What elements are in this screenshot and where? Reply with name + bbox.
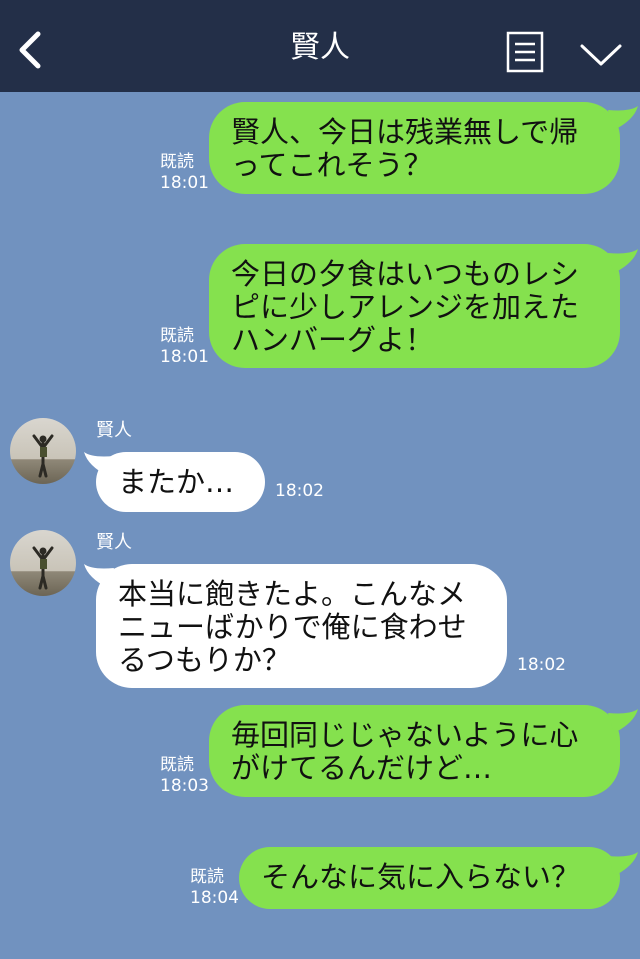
bubble-tail <box>84 564 114 588</box>
message-bubble[interactable]: またか… <box>96 452 265 512</box>
message-text-line: そんなに気に入らない？ <box>261 860 581 894</box>
sender-name: 賢人 <box>96 532 132 553</box>
read-status: 既読 18:01 <box>160 326 209 368</box>
bubble-tail <box>608 106 638 130</box>
message-text-line: ハンバーグよ！ <box>231 323 435 357</box>
message-time: 18:01 <box>160 173 209 193</box>
message-text-line: 毎回同じじゃないように心 <box>231 718 579 752</box>
read-label: 既読 <box>160 755 194 775</box>
message-bubble[interactable]: 本当に飽きたよ。こんなメ ニューばかりで俺に食わせ るつもりか？ <box>96 564 507 688</box>
bubble-tail <box>608 852 638 876</box>
message-text-line: 本当に飽きたよ。こんなメ <box>118 577 467 611</box>
message-time: 18:03 <box>160 776 209 796</box>
message-time: 18:02 <box>517 655 566 675</box>
read-label: 既読 <box>190 867 224 887</box>
message-text-line: ピに少しアレンジを加えた <box>231 290 580 324</box>
message-bubble[interactable]: 今日の夕食はいつものレシ ピに少しアレンジを加えた ハンバーグよ！ <box>209 244 620 368</box>
read-label: 既読 <box>160 152 194 172</box>
read-label: 既読 <box>160 326 194 346</box>
menu-button[interactable] <box>506 31 544 73</box>
message-text-line: 賢人、今日は残業無しで帰 <box>231 115 579 149</box>
chat-title: 賢人 <box>290 30 350 65</box>
message-bubble[interactable]: 毎回同じじゃないように心 がけてるんだけど… <box>209 705 620 797</box>
bubble-tail <box>84 452 114 476</box>
read-status: 既読 18:03 <box>160 755 209 797</box>
collapse-button[interactable] <box>576 36 626 72</box>
avatar[interactable] <box>10 530 76 596</box>
bubble-tail <box>608 249 638 273</box>
message-time: 18:02 <box>275 481 324 501</box>
message-bubble[interactable]: 賢人、今日は残業無しで帰 ってこれそう？ <box>209 102 620 194</box>
avatar[interactable] <box>10 418 76 484</box>
chevron-down-icon <box>580 44 622 66</box>
message-text-line: るつもりか？ <box>118 643 291 677</box>
read-status: 既読 18:04 <box>190 867 239 909</box>
message-text-line: またか… <box>118 465 235 499</box>
avatar-icon <box>10 418 76 484</box>
document-menu-icon <box>506 31 544 73</box>
message-time: 18:04 <box>190 888 239 908</box>
message-text-line: ってこれそう？ <box>231 148 433 182</box>
message-text-line: がけてるんだけど… <box>231 751 493 785</box>
read-status: 既読 18:01 <box>160 152 209 194</box>
message-text-line: ニューばかりで俺に食わせ <box>118 610 467 644</box>
avatar-icon <box>10 530 76 596</box>
bubble-tail <box>608 709 638 733</box>
message-time: 18:01 <box>160 347 209 367</box>
chat-header: 賢人 <box>0 0 640 92</box>
sender-name: 賢人 <box>96 420 132 441</box>
message-text-line: 今日の夕食はいつものレシ <box>231 257 580 291</box>
message-bubble[interactable]: そんなに気に入らない？ <box>239 847 620 909</box>
